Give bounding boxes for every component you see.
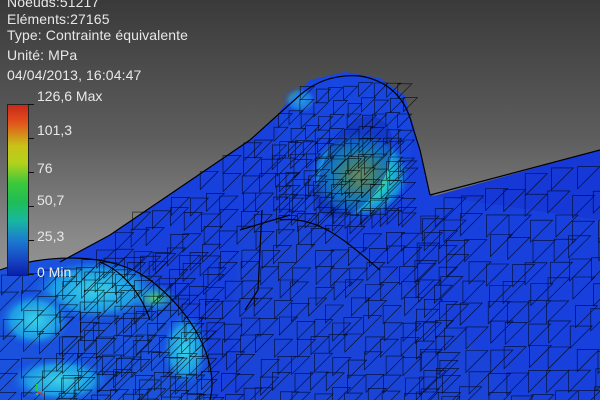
legend-label: 101,3 — [37, 122, 73, 138]
legend-tick — [28, 138, 34, 139]
node-count: Noeuds:51217 — [7, 0, 100, 10]
legend-label-max: 126,6 Max — [37, 88, 103, 104]
legend-color-bar — [7, 104, 29, 276]
result-unit: Unité: MPa — [7, 47, 78, 63]
legend-tick — [28, 172, 34, 173]
result-type: Type: Contrainte équivalente — [7, 27, 189, 43]
legend-tick — [28, 206, 34, 207]
legend-label: 50,7 — [37, 192, 65, 208]
legend-tick — [28, 240, 34, 241]
stress-mesh-model[interactable] — [0, 0, 600, 400]
legend-tick — [28, 104, 34, 105]
legend-label: 25,3 — [37, 228, 65, 244]
element-count: Eléments:27165 — [7, 11, 110, 27]
timestamp: 04/04/2013, 16:04:47 — [7, 67, 142, 83]
legend-label-min: 0 Min — [37, 264, 72, 280]
axis-triad-icon[interactable] — [30, 382, 44, 396]
legend-label: 76 — [37, 160, 53, 176]
legend-tick — [28, 274, 34, 275]
fea-viewport[interactable]: Noeuds:51217 Eléments:27165 Type: Contra… — [0, 0, 600, 400]
